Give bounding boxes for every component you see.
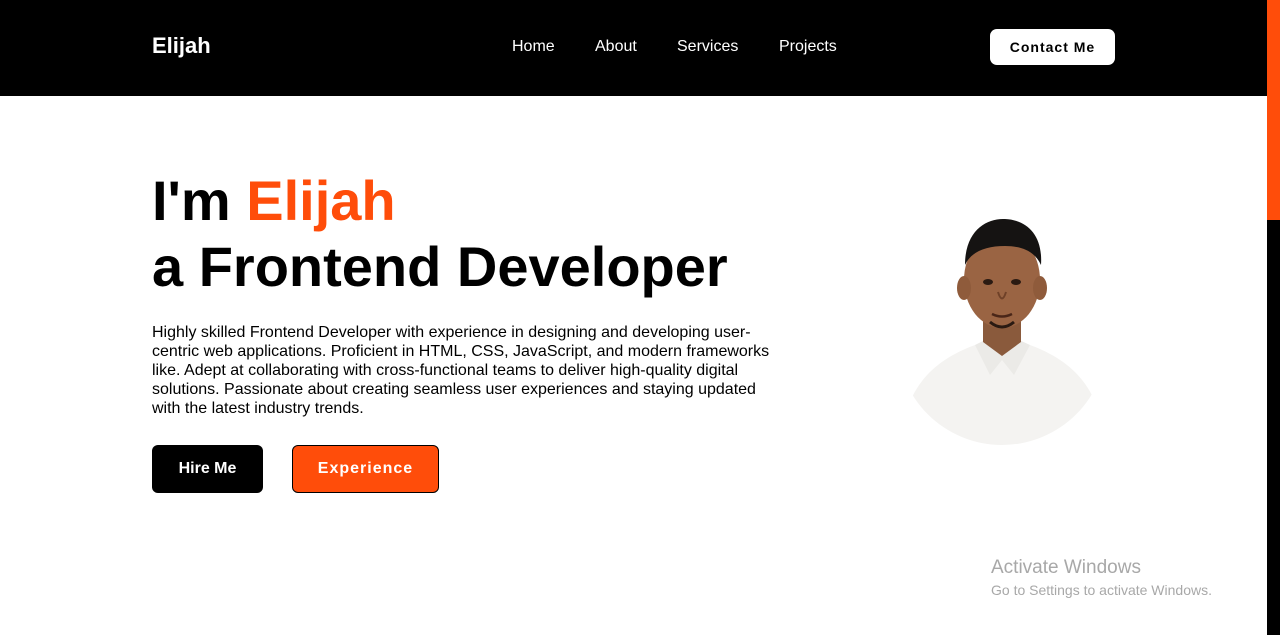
hero-title-prefix: I'm xyxy=(152,169,247,232)
logo[interactable]: Elijah xyxy=(152,33,211,59)
hero-title-name: Elijah xyxy=(246,169,396,232)
hire-me-button[interactable]: Hire Me xyxy=(152,445,263,493)
hero-title-role: a Frontend Developer xyxy=(152,235,728,298)
profile-photo xyxy=(900,218,1105,445)
nav-home[interactable]: Home xyxy=(512,37,555,56)
nav-about[interactable]: About xyxy=(595,37,637,56)
scrollbar-thumb[interactable] xyxy=(1267,0,1280,220)
contact-me-button[interactable]: Contact Me xyxy=(990,29,1115,65)
activation-watermark-title: Activate Windows xyxy=(991,557,1141,578)
site-header: Elijah Home About Services Projects Cont… xyxy=(0,0,1267,96)
nav-services[interactable]: Services xyxy=(677,37,738,56)
experience-button[interactable]: Experience xyxy=(292,445,439,493)
page-scrollbar[interactable] xyxy=(1267,0,1280,635)
activation-watermark-subtitle: Go to Settings to activate Windows. xyxy=(991,582,1212,598)
nav-projects[interactable]: Projects xyxy=(779,37,837,56)
hero-description: Highly skilled Frontend Developer with e… xyxy=(152,324,770,417)
hero-title: I'm Elijah a Frontend Developer xyxy=(152,168,728,300)
